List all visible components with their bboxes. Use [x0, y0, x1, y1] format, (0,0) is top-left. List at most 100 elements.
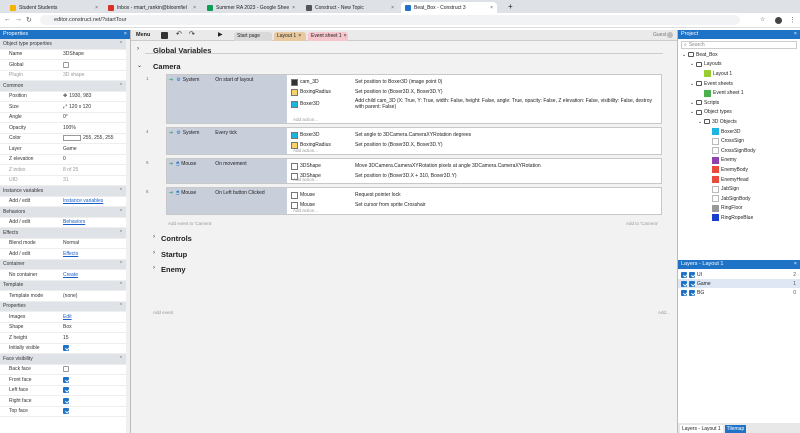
action-row[interactable]: Boxer3D Set angle to 3DCamera.CameraXYRot… — [290, 130, 471, 140]
browser-tab[interactable]: Student Students × — [6, 2, 102, 13]
property-row[interactable]: Front face — [0, 375, 130, 386]
checkbox[interactable] — [63, 366, 69, 373]
add-event-to-camera[interactable]: Add event to 'Camera' — [168, 221, 212, 226]
property-row[interactable]: Back face — [0, 365, 130, 375]
chevron-right-icon[interactable]: › — [137, 46, 139, 52]
layer-row[interactable]: BG 0 — [678, 288, 800, 297]
property-row[interactable]: No container Create — [0, 270, 130, 281]
close-icon[interactable]: × — [794, 260, 797, 269]
browser-tab[interactable]: Summer RA 2023 - Google Shee × — [203, 2, 299, 13]
property-value[interactable] — [63, 61, 69, 68]
chevron-down-icon[interactable]: ⌄ — [690, 81, 694, 87]
property-value[interactable] — [63, 408, 69, 415]
tree-item[interactable]: JabSignBody — [678, 194, 800, 204]
event-condition[interactable]: ➔ 🖱 Mouse On movement — [167, 159, 287, 169]
doc-tab[interactable]: Event sheet 1 × — [308, 32, 348, 41]
property-link[interactable]: Behaviors — [63, 219, 85, 225]
visibility-checkbox[interactable] — [681, 271, 687, 278]
chevron-right-icon[interactable]: › — [153, 250, 155, 256]
browser-menu-icon[interactable]: ⋮ — [789, 16, 796, 24]
add-action[interactable]: Add action... — [293, 117, 318, 122]
action-row[interactable]: 3DShape Move 3DCamera.CameraXYRotation pi… — [290, 161, 541, 171]
browser-tab[interactable]: Inbox - rmart_rankin@bloomfiel × — [104, 2, 200, 13]
property-row[interactable]: Shape Box — [0, 323, 130, 333]
group-enemy[interactable]: Enemy — [161, 265, 186, 274]
property-row[interactable]: Right face — [0, 396, 130, 407]
properties-scrollbar[interactable] — [126, 39, 130, 433]
property-value[interactable]: 3DShape — [63, 51, 84, 57]
property-row[interactable]: Size ⤢ 120 x 120 — [0, 102, 130, 113]
property-row[interactable]: Initially visible — [0, 344, 130, 354]
checkbox[interactable] — [63, 408, 69, 415]
property-row[interactable]: Template mode (none) — [0, 291, 130, 302]
guest-label[interactable]: Guest — [653, 32, 666, 38]
property-row[interactable]: Top face — [0, 407, 130, 417]
event-block[interactable]: ➔ 🖱 Mouse On movement 3DShape Move 3DCamera.C… — [166, 158, 662, 184]
close-icon[interactable]: × — [193, 5, 196, 11]
tree-item[interactable]: ⌄ Beat_Box — [678, 50, 800, 60]
property-value[interactable]: 0° — [63, 114, 68, 120]
event-block[interactable]: ➔ ⚙ System Every tick Boxer3D Set angle to 3D… — [166, 127, 662, 155]
property-value[interactable] — [63, 376, 69, 383]
property-value[interactable]: 255, 255, 255 — [63, 135, 114, 142]
tree-item[interactable]: ⌄ 3D Objects — [678, 117, 800, 127]
property-row[interactable]: Z index 8 of 25 — [0, 165, 130, 176]
tree-item[interactable]: RingFloor — [678, 204, 800, 214]
property-link[interactable]: Effects — [63, 251, 78, 257]
tree-item[interactable]: Enemy — [678, 156, 800, 166]
play-icon[interactable]: ▶ — [218, 31, 223, 38]
undo-icon[interactable]: ↶ — [176, 30, 182, 38]
add-to-camera[interactable]: Add to 'Camera' — [626, 221, 658, 226]
add-action[interactable]: Add action... — [293, 148, 318, 153]
tree-item[interactable]: ⌄ Layouts — [678, 60, 800, 70]
close-icon[interactable]: × — [298, 33, 301, 39]
add-event[interactable]: Add event — [153, 310, 173, 315]
chevron-down-icon[interactable]: ⌄ — [682, 52, 686, 58]
tree-item[interactable]: Layout 1 — [678, 69, 800, 79]
forward-icon[interactable]: → — [15, 16, 22, 23]
doc-tab[interactable]: Layout 1 × — [274, 32, 306, 41]
chevron-down-icon[interactable]: ⌄ — [690, 109, 694, 115]
property-row[interactable]: Add / edit Effects — [0, 249, 130, 260]
property-row[interactable]: Z height 15 — [0, 333, 130, 344]
property-row[interactable]: Color 255, 255, 255 — [0, 134, 130, 144]
checkbox[interactable] — [63, 61, 69, 68]
chevron-down-icon[interactable]: ⌄ — [690, 61, 694, 67]
checkbox[interactable] — [63, 345, 69, 352]
tree-item[interactable]: CrossSign — [678, 136, 800, 146]
property-value[interactable]: (none) — [63, 293, 77, 299]
property-row[interactable]: Angle 0° — [0, 113, 130, 123]
new-tab-button[interactable]: + — [508, 2, 513, 11]
property-value[interactable]: Behaviors — [63, 219, 85, 225]
add-action[interactable]: Add action... — [293, 208, 318, 213]
property-value[interactable]: 15 — [63, 335, 69, 341]
menu-button[interactable]: Menu — [136, 31, 150, 40]
close-icon[interactable]: × — [124, 30, 127, 39]
close-icon[interactable]: × — [292, 5, 295, 11]
back-icon[interactable]: ← — [4, 16, 11, 23]
close-icon[interactable]: × — [95, 5, 98, 11]
tree-item[interactable]: Event sheet 1 — [678, 88, 800, 98]
property-row[interactable]: Opacity 100% — [0, 123, 130, 134]
property-value[interactable]: Box — [63, 324, 72, 330]
event-block[interactable]: ➔ ⚙ System On start of layout cam_3D Set posi… — [166, 74, 662, 124]
tree-item[interactable]: ⌄ Event sheets — [678, 79, 800, 89]
action-row[interactable]: cam_3D Set position to Boxer3D (image poi… — [290, 77, 442, 87]
property-value[interactable] — [63, 345, 69, 352]
property-value[interactable] — [63, 366, 69, 373]
avatar[interactable] — [775, 17, 782, 24]
tree-item[interactable]: JabSign — [678, 184, 800, 194]
visibility-checkbox[interactable] — [681, 289, 687, 296]
search-input[interactable]: ⌕ Search — [681, 41, 797, 49]
property-value[interactable]: Edit — [63, 314, 72, 320]
tree-item[interactable]: EnemyHead — [678, 175, 800, 185]
property-link[interactable]: Edit — [63, 314, 72, 320]
property-row[interactable]: Images Edit — [0, 312, 130, 323]
checkbox[interactable] — [63, 376, 69, 383]
color-swatch[interactable] — [63, 135, 81, 142]
lock-checkbox[interactable] — [689, 289, 695, 296]
property-link[interactable]: Create — [63, 272, 78, 278]
save-icon[interactable] — [161, 32, 168, 39]
close-icon[interactable]: × — [490, 5, 493, 11]
property-row[interactable]: Add / edit Instance variables — [0, 197, 130, 207]
